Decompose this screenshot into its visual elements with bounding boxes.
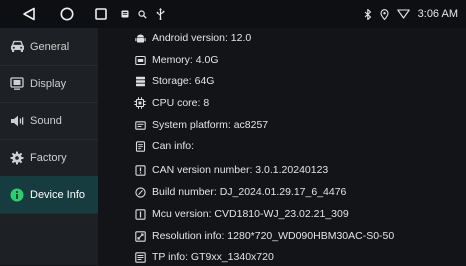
device-info-panel: Android version: 12.0 Memory: 4.0G Stora…: [98, 28, 466, 265]
info-row-mcu: Mcu version: CVD1810-WJ_23.02.21_309: [134, 205, 349, 223]
info-row-resolution: Resolution info: 1280*720_WD090HBM30AC-S…: [134, 227, 394, 245]
car-icon: [9, 39, 25, 55]
speaker-icon: [9, 113, 25, 129]
document-icon: [134, 140, 146, 152]
sidebar-item-label: Sound: [30, 114, 62, 127]
build-icon: [134, 186, 146, 198]
notification-icon: [121, 10, 129, 18]
wifi-icon: [396, 9, 410, 19]
info-row-tp: TP info: GT9xx_1340x720: [134, 248, 274, 266]
info-icon: [9, 187, 25, 203]
status-bar: 3:06 AM: [0, 0, 466, 29]
info-row-storage: Storage: 64G: [134, 72, 214, 90]
info-row-android: Android version: 12.0: [134, 29, 251, 47]
home-button[interactable]: [56, 0, 78, 28]
sidebar-item-display[interactable]: Display: [0, 65, 98, 103]
recent-apps-button[interactable]: [92, 0, 110, 28]
usb-icon: [156, 8, 165, 20]
can-icon: [134, 164, 146, 176]
mcu-icon: [134, 208, 146, 220]
back-triangle-icon: [23, 7, 35, 21]
home-circle-icon: [60, 7, 74, 21]
platform-icon: [134, 119, 146, 131]
sidebar-item-label: Factory: [30, 151, 67, 164]
info-row-can-version: CAN version number: 3.0.1.20240123: [134, 161, 328, 179]
info-row-platform: System platform: ac8257: [134, 116, 268, 134]
resolution-icon: [134, 230, 146, 242]
sidebar-item-factory[interactable]: Factory: [0, 139, 98, 177]
sidebar-item-label: General: [30, 40, 70, 53]
system-tray: 3:06 AM: [364, 0, 458, 28]
sidebar-item-label: Device Info: [30, 188, 86, 201]
sidebar-item-general[interactable]: General: [0, 28, 98, 66]
back-button[interactable]: [18, 0, 40, 28]
info-row-memory: Memory: 4.0G: [134, 51, 219, 69]
bluetooth-icon: [364, 8, 371, 20]
search-icon: [138, 9, 147, 19]
location-icon: [380, 8, 389, 20]
clock: 3:06 AM: [417, 8, 458, 20]
info-row-cpu: CPU core: 8: [134, 94, 209, 112]
info-row-can-info: Can info:: [134, 137, 194, 155]
gear-icon: [9, 150, 25, 166]
android-icon: [134, 32, 146, 44]
display-icon: [9, 76, 25, 92]
settings-sidebar: General Display Sound Factory Device Inf…: [0, 28, 98, 265]
storage-icon: [134, 75, 146, 87]
sidebar-item-label: Display: [30, 77, 67, 90]
touch-panel-icon: [134, 251, 146, 263]
cpu-icon: [134, 97, 146, 109]
recent-apps-square-icon: [95, 8, 107, 20]
sidebar-item-device-info[interactable]: Device Info: [0, 176, 98, 214]
memory-icon: [134, 54, 146, 66]
notification-area: [121, 0, 165, 28]
info-row-build: Build number: DJ_2024.01.29.17_6_4476: [134, 183, 346, 201]
sidebar-item-sound[interactable]: Sound: [0, 102, 98, 140]
